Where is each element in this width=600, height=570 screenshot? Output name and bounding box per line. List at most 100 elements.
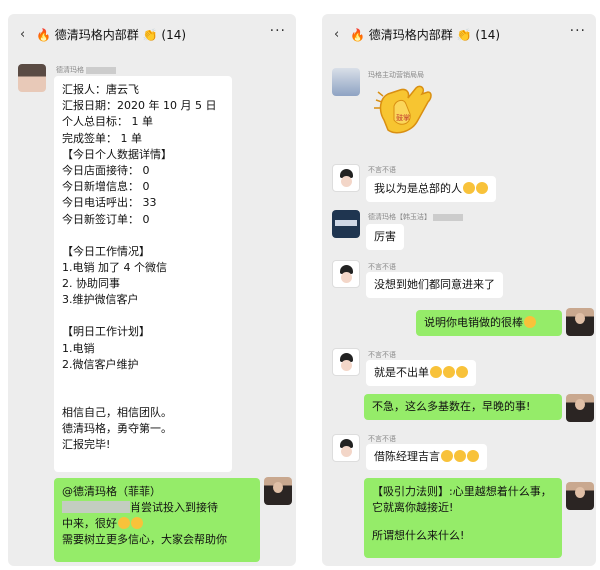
sender-name: 德清玛格: [56, 65, 117, 75]
report-blank-line: [62, 389, 224, 405]
group-title: 🔥 德清玛格内部群 👏 (14): [350, 26, 500, 43]
report-line: 德清玛格，勇夺第一。: [62, 422, 172, 436]
message-bubble[interactable]: 就是不出单: [366, 360, 476, 386]
clap-emoji-icon: 👏: [456, 28, 472, 42]
report-line: 汇报完毕!: [62, 438, 111, 452]
report-line: 2. 协助同事: [62, 277, 120, 291]
sender-name: 德清玛格【韩玉洁】: [368, 212, 464, 222]
report-line: 1.电销 加了 4 个微信: [62, 260, 167, 274]
thumbs-up-icon: [131, 517, 143, 529]
sender-name: 玛格主动营销局局: [368, 71, 424, 79]
message-text: 就是不出单: [374, 366, 429, 379]
thumbs-up-icon: [118, 517, 130, 529]
reply-line: 需要树立更多信心，大家会帮助你: [62, 533, 227, 546]
message-text: 不急，这么多基数在，早晚的事!: [372, 400, 531, 413]
report-line: 【今日个人数据详情】: [62, 147, 172, 161]
avatar[interactable]: [18, 64, 46, 92]
group-title: 🔥 德清玛格内部群 👏 (14): [36, 26, 186, 43]
report-line: 相信自己，相信团队。: [62, 406, 172, 419]
fire-icon: 🔥: [36, 28, 51, 42]
reply-message-bubble[interactable]: @德清玛格（菲菲） 肖尝试投入到接待 中来，很好 需要树立更多信心，大家会帮助你: [54, 478, 260, 562]
report-line: 1.电销: [62, 341, 95, 355]
sender-name: 不言不语: [368, 166, 396, 174]
avatar[interactable]: [332, 68, 360, 96]
message-text: 说明你电销做的很棒: [424, 316, 523, 329]
sender-name: 不言不语: [368, 263, 396, 271]
right-chat-panel: ‹ 🔥 德清玛格内部群 👏 (14) ··· 玛格主动营销局局 鼓掌 不言不语 …: [322, 14, 596, 566]
group-name: 德清玛格内部群: [368, 28, 453, 42]
blurred-text: [433, 213, 464, 221]
message-text: 【吸引力法则】:心里越想着什么事，: [372, 485, 552, 498]
mention-text: @德清玛格（菲菲）: [62, 485, 161, 498]
report-message-bubble[interactable]: 汇报人：唐云飞 汇报日期：2020 年 10 月 5 日 个人总目标： 1 单 …: [54, 76, 232, 472]
avatar[interactable]: [332, 210, 360, 238]
avatar[interactable]: [332, 348, 360, 376]
avatar[interactable]: [332, 260, 360, 288]
back-icon[interactable]: ‹: [334, 27, 339, 42]
message-bubble[interactable]: 借陈经理吉言: [366, 444, 487, 470]
avatar[interactable]: [264, 477, 292, 505]
report-blank-line: [62, 373, 224, 389]
avatar[interactable]: [566, 482, 594, 510]
message-bubble[interactable]: 厉害: [366, 224, 404, 250]
message-bubble[interactable]: 我以为是总部的人: [366, 176, 496, 202]
report-line: 【今日工作情况】: [62, 244, 150, 258]
thumbs-up-icon: [524, 316, 536, 328]
report-blank-line: [62, 228, 224, 244]
message-text: 它就离你越接近!: [372, 501, 454, 514]
avatar[interactable]: [566, 394, 594, 422]
group-name: 德清玛格内部群: [54, 28, 139, 42]
sender-name: 不言不语: [368, 351, 396, 359]
chat-header: ‹ 🔥 德清玛格内部群 👏 (14) ···: [8, 14, 296, 54]
praying-hands-icon: [467, 450, 479, 462]
message-text: 没想到她们都同意进来了: [374, 278, 495, 291]
report-line: 今日新增信息： 0: [62, 180, 150, 194]
clap-emoji-icon: 👏: [142, 28, 158, 42]
report-blank-line: [62, 308, 224, 324]
report-line: 【明日工作计划】: [62, 325, 150, 339]
reply-line: 肖尝试投入到接待: [130, 501, 218, 514]
praying-hands-icon: [454, 450, 466, 462]
message-text: 借陈经理吉言: [374, 450, 440, 463]
message-bubble-own[interactable]: 说明你电销做的很棒: [416, 310, 562, 336]
avatar[interactable]: [332, 164, 360, 192]
blurred-text: [86, 66, 117, 74]
laughing-emoji-icon: [463, 182, 475, 194]
avatar[interactable]: [332, 434, 360, 462]
sender-name: 不言不语: [368, 435, 396, 443]
clapping-hands-sticker[interactable]: 鼓掌: [370, 80, 438, 148]
message-text: 所谓想什么来什么!: [372, 529, 465, 542]
report-line: 汇报日期：2020 年 10 月 5 日: [62, 99, 217, 113]
back-icon[interactable]: ‹: [20, 27, 25, 42]
left-chat-panel: ‹ 🔥 德清玛格内部群 👏 (14) ··· 德清玛格 汇报人：唐云飞 汇报日期…: [8, 14, 296, 566]
member-count: (14): [475, 28, 501, 42]
message-bubble[interactable]: 没想到她们都同意进来了: [366, 272, 503, 298]
crying-emoji-icon: [443, 366, 455, 378]
report-line: 3.维护微信客户: [62, 293, 139, 307]
praying-hands-icon: [441, 450, 453, 462]
blurred-text: [62, 501, 130, 513]
message-bubble-own[interactable]: 【吸引力法则】:心里越想着什么事， 它就离你越接近! 所谓想什么来什么!: [364, 478, 562, 558]
report-line: 2.微信客户维护: [62, 357, 139, 371]
member-count: (14): [161, 28, 187, 42]
chat-header: ‹ 🔥 德清玛格内部群 👏 (14) ···: [322, 14, 596, 54]
report-line: 今日电话呼出： 33: [62, 196, 157, 210]
avatar[interactable]: [566, 308, 594, 336]
crying-emoji-icon: [456, 366, 468, 378]
message-text: 厉害: [374, 230, 396, 243]
report-line: 完成签单： 1 单: [62, 131, 142, 145]
reply-line: 中来，很好: [62, 517, 117, 530]
sticker-caption: 鼓掌: [396, 113, 410, 122]
report-line: 个人总目标： 1 单: [62, 115, 153, 129]
report-line: 今日店面接待： 0: [62, 163, 150, 177]
message-bubble-own[interactable]: 不急，这么多基数在，早晚的事!: [364, 394, 562, 420]
more-icon[interactable]: ···: [570, 23, 586, 39]
report-line: 今日新签订单： 0: [62, 212, 150, 226]
laughing-emoji-icon: [476, 182, 488, 194]
message-text: 我以为是总部的人: [374, 182, 462, 195]
report-line: 汇报人：唐云飞: [62, 83, 139, 96]
fire-icon: 🔥: [350, 28, 365, 42]
more-icon[interactable]: ···: [270, 23, 286, 39]
crying-emoji-icon: [430, 366, 442, 378]
